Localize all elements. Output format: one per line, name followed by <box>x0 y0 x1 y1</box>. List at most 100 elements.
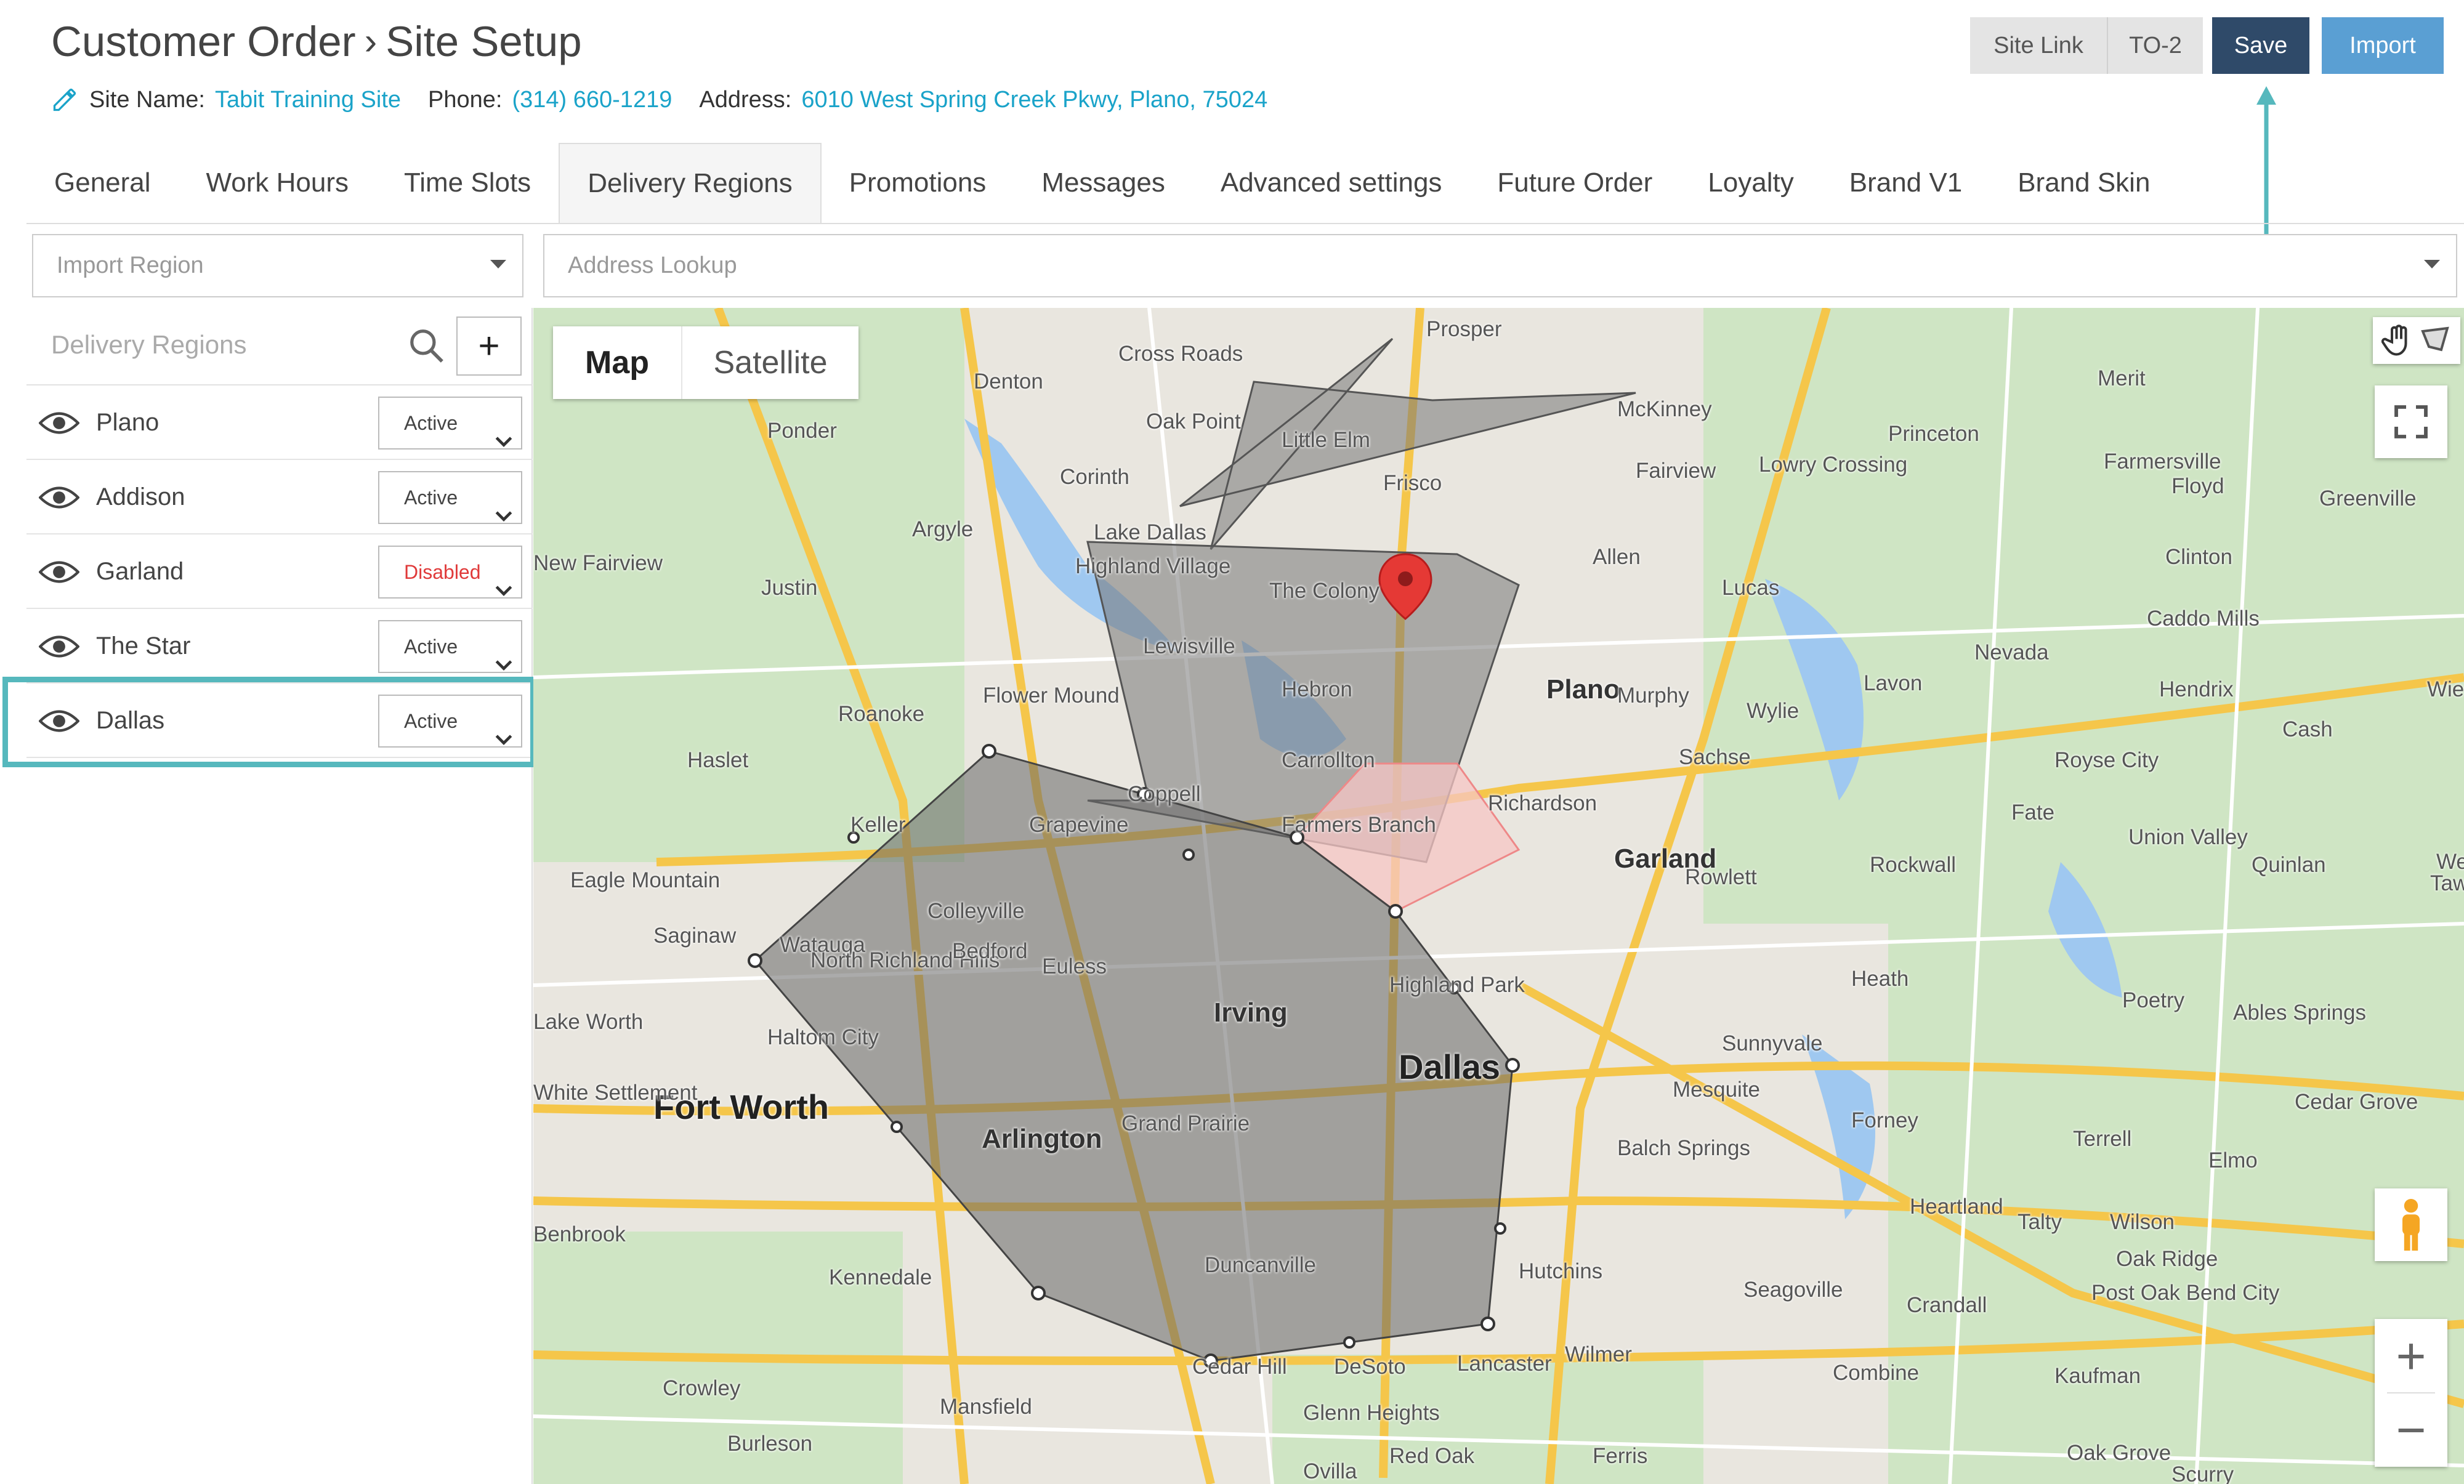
map-place-label: Lake Worth <box>533 1010 644 1034</box>
map-place-label: Kennedale <box>829 1265 932 1289</box>
map-place-label: Rowlett <box>1685 865 1757 889</box>
map-place-label: Richardson <box>1488 791 1598 815</box>
map-place-label: Allen <box>1593 545 1641 569</box>
address-value[interactable]: 6010 West Spring Creek Pkwy, Plano, 7502… <box>801 87 1267 113</box>
map-place-label: Wilson <box>2110 1210 2175 1234</box>
map-place-label: Hebron <box>1282 677 1352 701</box>
map-place-label: Quinlan <box>2252 853 2326 877</box>
tab-messages[interactable]: Messages <box>1014 143 1193 223</box>
street-view-button[interactable] <box>2375 1188 2447 1261</box>
search-icon[interactable] <box>407 326 445 365</box>
map-place-label: Mansfield <box>940 1395 1032 1419</box>
region-row-the-star[interactable]: The Star Active <box>26 609 533 684</box>
tab-delivery-regions[interactable]: Delivery Regions <box>559 143 822 223</box>
import-button[interactable]: Import <box>2322 17 2444 74</box>
tab-advanced-settings[interactable]: Advanced settings <box>1193 143 1470 223</box>
zoom-in-button[interactable]: + <box>2375 1319 2447 1393</box>
map-place-label: Farmers Branch <box>1282 813 1436 837</box>
tab-future-order[interactable]: Future Order <box>1469 143 1680 223</box>
map-place-label: Ovilla <box>1303 1459 1357 1483</box>
site-name-label: Site Name: <box>89 86 205 113</box>
site-link-button[interactable]: Site Link <box>1970 17 2108 74</box>
map-place-label: Heath <box>1851 967 1909 991</box>
map-place-label: Carrollton <box>1282 748 1375 772</box>
add-region-button[interactable]: + <box>456 317 522 376</box>
map-place-label: Lancaster <box>1457 1352 1552 1376</box>
map-place-label: Little Elm <box>1282 428 1370 452</box>
map-place-label: Royse City <box>2054 748 2159 772</box>
map-place-label: Colleyville <box>927 899 1025 923</box>
breadcrumb-parent[interactable]: Customer Order <box>51 17 356 66</box>
chevron-down-icon <box>495 416 512 448</box>
region-row-garland[interactable]: Garland Disabled <box>26 534 533 609</box>
panel-title: Delivery Regions <box>51 330 247 359</box>
map-place-label: Saginaw <box>653 924 737 948</box>
region-name[interactable]: The Star <box>96 632 190 660</box>
region-name[interactable]: Plano <box>96 409 159 437</box>
address-label: Address: <box>699 86 792 113</box>
map-place-label: Lewisville <box>1143 634 1235 658</box>
map-canvas[interactable]: Dallas Fort Worth Plano Garland Irving Arling… <box>533 308 2464 1484</box>
polygon-draw-icon[interactable] <box>2417 322 2454 359</box>
map-place-label: White Settlement <box>533 1081 698 1105</box>
eye-icon[interactable] <box>38 485 80 514</box>
map-place-label: Cedar Hill <box>1192 1355 1287 1379</box>
region-status-select[interactable]: Active <box>378 620 522 673</box>
map-place-label: Tawa <box>2430 871 2464 895</box>
eye-icon[interactable] <box>38 634 80 663</box>
map-type-satellite[interactable]: Satellite <box>682 326 858 399</box>
eye-icon[interactable] <box>38 559 80 588</box>
region-row-addison[interactable]: Addison Active <box>26 460 533 534</box>
map-place-label: Merit <box>2098 366 2146 390</box>
map-place-label: Heartland <box>1910 1195 2003 1219</box>
fullscreen-button[interactable] <box>2375 385 2447 458</box>
eye-icon[interactable] <box>38 410 80 439</box>
map-place-label: Flower Mound <box>983 684 1120 708</box>
map-place-label: Oak Point <box>1146 409 1241 434</box>
region-name[interactable]: Addison <box>96 483 185 511</box>
map-place-label: Balch Springs <box>1617 1136 1750 1160</box>
map-type-map[interactable]: Map <box>553 326 682 399</box>
panel-header: Delivery Regions + <box>26 308 533 385</box>
save-button[interactable]: Save <box>2212 17 2309 74</box>
map-place-label: Seagoville <box>1743 1278 1843 1302</box>
tab-brand-skin[interactable]: Brand Skin <box>1990 143 2178 223</box>
chevron-down-icon <box>2424 260 2440 268</box>
map-place-label: Cash <box>2282 717 2333 741</box>
address-lookup-input[interactable]: Address Lookup <box>543 234 2457 297</box>
site-name-value[interactable]: Tabit Training Site <box>215 87 401 113</box>
page-title: Customer Order › Site Setup <box>51 17 582 66</box>
region-name[interactable]: Garland <box>96 558 184 586</box>
tab-promotions[interactable]: Promotions <box>822 143 1014 223</box>
map-place-label: Oak Grove <box>2067 1441 2171 1465</box>
map-place-label: Elmo <box>2208 1148 2258 1172</box>
region-status-select[interactable]: Active <box>378 471 522 524</box>
tab-loyalty[interactable]: Loyalty <box>1680 143 1821 223</box>
to2-button[interactable]: TO-2 <box>2108 17 2203 74</box>
map-place-label: Irving <box>1214 998 1288 1028</box>
fullscreen-icon <box>2394 405 2428 438</box>
map-place-label: Keller <box>850 813 906 837</box>
map-place-label: Kaufman <box>2054 1364 2141 1388</box>
zoom-out-button[interactable]: − <box>2375 1393 2447 1467</box>
map-place-label: Talty <box>2018 1210 2062 1234</box>
import-region-select[interactable]: Import Region <box>32 234 523 297</box>
map-place-label: Highland Village <box>1075 554 1231 578</box>
tab-brand-v1[interactable]: Brand V1 <box>1822 143 1990 223</box>
map-place-label: New Fairview <box>533 551 663 575</box>
tab-general[interactable]: General <box>26 143 179 223</box>
phone-value[interactable]: (314) 660-1219 <box>512 87 672 113</box>
hand-icon[interactable] <box>2380 322 2417 359</box>
tab-bar: General Work Hours Time Slots Delivery R… <box>26 143 2464 224</box>
region-status-select[interactable]: Disabled <box>378 546 522 599</box>
region-status-select[interactable]: Active <box>378 397 522 450</box>
map-place-label: Oak Ridge <box>2116 1247 2218 1271</box>
map-place-label: Coppell <box>1128 782 1201 806</box>
region-row-plano[interactable]: Plano Active <box>26 385 533 460</box>
tab-work-hours[interactable]: Work Hours <box>179 143 376 223</box>
map-place-label: Terrell <box>2073 1127 2132 1151</box>
map-place-label: Corinth <box>1060 465 1129 489</box>
map-place-label: Burleson <box>727 1432 813 1456</box>
tab-time-slots[interactable]: Time Slots <box>376 143 559 223</box>
pencil-icon[interactable] <box>51 86 78 113</box>
